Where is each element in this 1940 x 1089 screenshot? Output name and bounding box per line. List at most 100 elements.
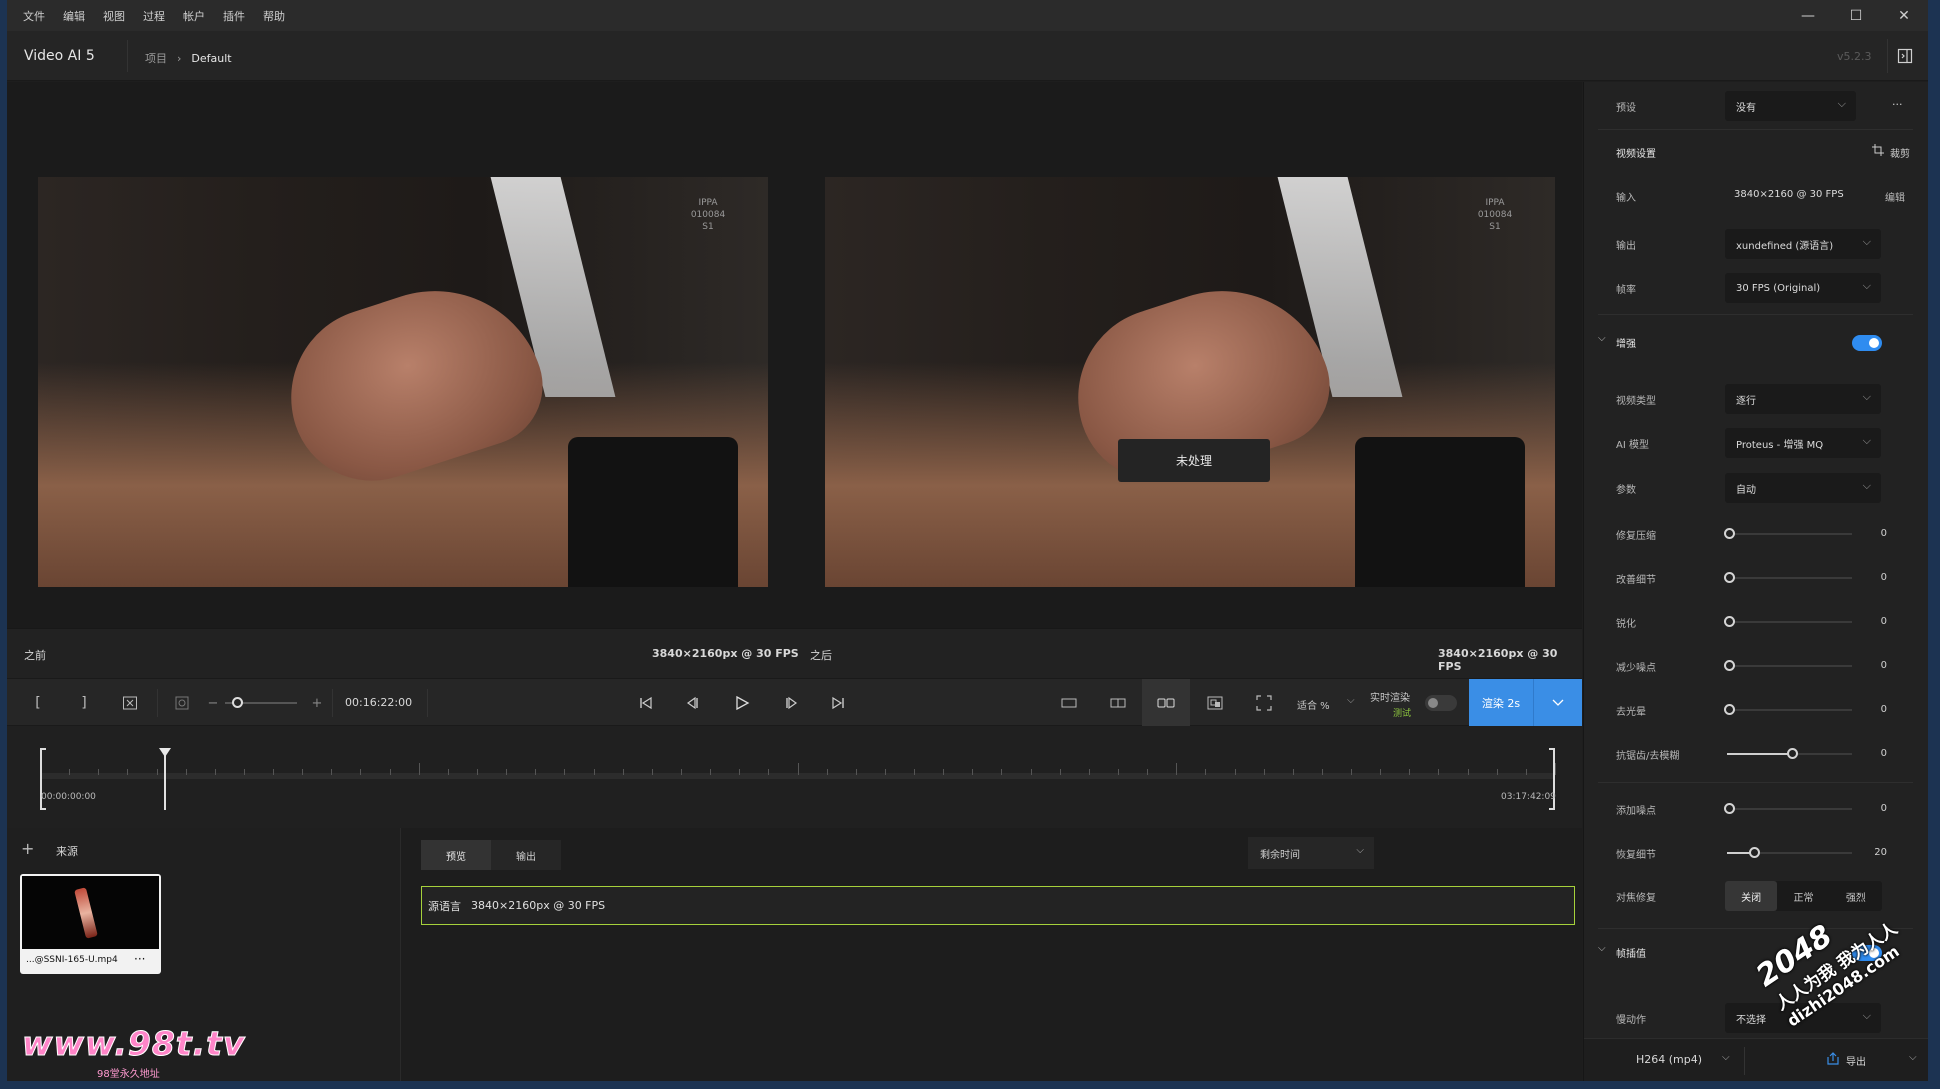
single-view-button[interactable] xyxy=(1054,679,1084,727)
skip-to-start-button[interactable] xyxy=(631,679,661,727)
slider-knob[interactable] xyxy=(1786,748,1798,759)
mark-out-button[interactable]: ] xyxy=(69,679,99,727)
parameter-slider[interactable] xyxy=(1727,847,1852,858)
compare-button[interactable] xyxy=(1200,679,1230,727)
params-select[interactable]: 自动 ⌵ xyxy=(1725,473,1881,503)
timeline-tick xyxy=(943,769,945,775)
skip-to-end-button[interactable] xyxy=(823,679,853,727)
realtime-render-toggle[interactable] xyxy=(1425,695,1457,711)
input-value: 3840×2160 @ 30 FPS xyxy=(1734,189,1844,200)
render-preview-button[interactable]: 渲染 2s xyxy=(1469,679,1533,727)
step-back-button[interactable] xyxy=(679,679,709,727)
menu-plugins[interactable]: 插件 xyxy=(214,8,254,24)
input-edit-button[interactable]: 编辑 xyxy=(1885,189,1905,204)
timeline-tick xyxy=(884,769,886,775)
collapse-enhance-icon[interactable]: ⌵ xyxy=(1598,333,1606,344)
tab-output[interactable]: 输出 xyxy=(491,840,561,870)
slider-value: 0 xyxy=(1880,572,1887,583)
timeline-tick xyxy=(1321,769,1323,775)
menu-process[interactable]: 过程 xyxy=(134,8,174,24)
fullscreen-button[interactable] xyxy=(1249,679,1279,727)
split-view-button[interactable] xyxy=(1103,679,1133,727)
mark-in-button[interactable]: [ xyxy=(23,679,53,727)
zoom-slider-knob[interactable] xyxy=(232,697,243,708)
zoom-fit-button[interactable] xyxy=(167,679,197,727)
menu-help[interactable]: 帮助 xyxy=(254,8,294,24)
timeline-tick xyxy=(564,769,566,775)
parameter-slider[interactable] xyxy=(1727,748,1852,759)
collapse-interp-icon[interactable]: ⌵ xyxy=(1598,943,1606,954)
slider-knob[interactable] xyxy=(1724,572,1735,583)
breadcrumb-root[interactable]: 项目 xyxy=(145,50,167,66)
export-button[interactable]: 导出 xyxy=(1846,1053,1866,1068)
timeline-tick xyxy=(389,769,391,775)
maximize-button[interactable]: ☐ xyxy=(1832,0,1880,31)
clear-marks-button[interactable] xyxy=(115,679,145,727)
menu-file[interactable]: 文件 xyxy=(7,8,54,24)
crop-button[interactable]: 裁剪 xyxy=(1890,145,1910,160)
render-options-button[interactable] xyxy=(1533,679,1582,727)
sort-dropdown[interactable]: 剩余时间 ⌵ xyxy=(1248,837,1374,869)
minimize-button[interactable]: — xyxy=(1784,0,1832,31)
parameter-slider[interactable] xyxy=(1724,616,1852,627)
menu-account[interactable]: 帐户 xyxy=(174,8,214,24)
parameter-slider[interactable] xyxy=(1724,803,1852,814)
slider-label: 修复压缩 xyxy=(1616,531,1656,542)
add-source-button[interactable]: + xyxy=(21,839,34,858)
zoom-out-button[interactable]: − xyxy=(206,679,220,727)
timeline[interactable]: 00:00:00:00 03:17:42:09 xyxy=(7,726,1582,828)
clear-range-icon xyxy=(123,696,137,710)
tab-preview[interactable]: 预览 xyxy=(421,840,491,870)
slider-label: 去光晕 xyxy=(1616,707,1646,718)
step-forward-button[interactable] xyxy=(775,679,805,727)
side-by-side-icon xyxy=(1157,698,1175,708)
video-type-select[interactable]: 逐行 ⌵ xyxy=(1725,384,1881,414)
after-video[interactable]: IPPA 010084 S1 xyxy=(825,177,1555,587)
slider-knob[interactable] xyxy=(1724,616,1735,627)
more-options-button[interactable]: ··· xyxy=(134,952,145,966)
parameter-slider[interactable] xyxy=(1724,572,1852,583)
breadcrumb: 项目 › Default xyxy=(145,50,232,66)
fps-select[interactable]: 30 FPS (Original) ⌵ xyxy=(1725,273,1881,303)
before-video[interactable]: IPPA 010084 S1 xyxy=(38,177,768,587)
chevron-down-icon: ⌵ xyxy=(1356,845,1364,856)
slider-knob[interactable] xyxy=(1749,847,1760,858)
timeline-tick xyxy=(1438,769,1440,775)
play-button[interactable] xyxy=(727,679,757,727)
slider-knob[interactable] xyxy=(1724,528,1735,539)
enhance-toggle[interactable] xyxy=(1852,335,1882,351)
parameter-slider[interactable] xyxy=(1724,660,1852,671)
zoom-in-button[interactable]: + xyxy=(310,679,324,727)
focus-normal-option[interactable]: 正常 xyxy=(1777,881,1829,911)
timeline-tick xyxy=(826,769,828,775)
menu-view[interactable]: 视图 xyxy=(94,8,134,24)
slowmo-label: 慢动作 xyxy=(1616,1015,1646,1026)
app-name: Video AI 5 xyxy=(24,48,95,64)
codec-dropdown[interactable]: H264 (mp4) xyxy=(1636,1053,1702,1066)
slider-knob[interactable] xyxy=(1724,803,1735,814)
queue-item[interactable]: 源语言 3840×2160px @ 30 FPS xyxy=(421,886,1575,925)
menu-edit[interactable]: 编辑 xyxy=(54,8,94,24)
fit-zoom-dropdown[interactable]: 适合 % xyxy=(1297,697,1330,712)
output-select[interactable]: xundefined (源语言) ⌵ xyxy=(1725,229,1881,259)
ai-model-select[interactable]: Proteus - 增强 MQ ⌵ xyxy=(1725,428,1881,458)
slider-knob[interactable] xyxy=(1724,704,1735,715)
close-button[interactable]: ✕ xyxy=(1880,0,1928,31)
slider-knob[interactable] xyxy=(1724,660,1735,671)
skip-start-icon xyxy=(640,696,652,710)
parameter-slider[interactable] xyxy=(1724,704,1852,715)
side-by-side-button[interactable] xyxy=(1142,679,1190,727)
output-label: 输出 xyxy=(1616,241,1636,252)
preset-select[interactable]: 没有 ⌵ xyxy=(1725,91,1856,121)
parameter-slider[interactable] xyxy=(1724,528,1852,539)
slider-row: 去光晕 0 xyxy=(1584,692,1928,728)
playhead[interactable] xyxy=(159,748,172,810)
slowmo-value: 不选择 xyxy=(1736,1014,1766,1026)
focus-off-option[interactable]: 关闭 xyxy=(1725,881,1778,911)
preset-more-button[interactable]: ··· xyxy=(1892,98,1903,111)
sidebar-toggle-icon xyxy=(1897,48,1912,64)
panel-toggle-button[interactable] xyxy=(1887,39,1921,73)
video-logo: IPPA 010084 S1 xyxy=(1477,198,1513,232)
source-thumbnail[interactable]: ...@SSNI-165-U.mp4 ··· xyxy=(20,874,161,974)
preset-row: 预设 没有 ⌵ ··· xyxy=(1584,88,1928,124)
